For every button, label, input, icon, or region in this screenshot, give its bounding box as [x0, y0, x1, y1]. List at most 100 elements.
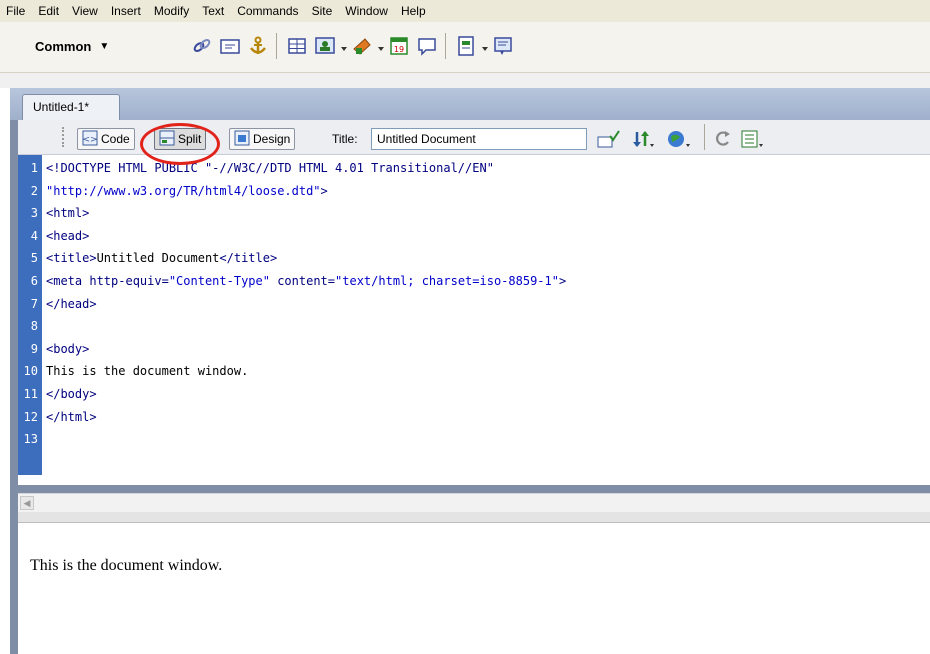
- menu-commands[interactable]: Commands: [231, 0, 305, 22]
- code-token: <!DOCTYPE HTML PUBLIC "-//W3C//DTD HTML …: [46, 161, 494, 175]
- code-token: content=: [269, 274, 336, 288]
- menu-help[interactable]: Help: [395, 0, 433, 22]
- title-field[interactable]: [371, 128, 587, 150]
- code-text: <html>: [46, 203, 89, 224]
- code-text: <!DOCTYPE HTML PUBLIC "-//W3C//DTD HTML …: [46, 158, 494, 179]
- code-line[interactable]: 13: [18, 429, 930, 450]
- category-dropdown[interactable]: Common ▼: [35, 39, 109, 54]
- tag-chooser-icon[interactable]: [491, 34, 515, 58]
- line-number: 8: [30, 319, 38, 334]
- refresh-icon[interactable]: [712, 128, 734, 150]
- svg-text:19: 19: [394, 45, 404, 54]
- menu-text[interactable]: Text: [196, 0, 231, 22]
- scroll-left-icon[interactable]: ◀: [20, 496, 34, 510]
- code-line[interactable]: 7 </head>: [18, 294, 930, 315]
- line-number: 5: [30, 251, 38, 266]
- horizontal-scrollbar[interactable]: ◀: [18, 493, 930, 513]
- code-token: <html>: [46, 206, 90, 221]
- code-token: "text/html; charset=iso-8859-1": [335, 274, 559, 288]
- images-icon[interactable]: [313, 34, 337, 58]
- code-line[interactable]: 10 This is the document window.: [18, 361, 930, 382]
- comment-icon[interactable]: [415, 34, 439, 58]
- menu-window[interactable]: Window: [339, 0, 395, 22]
- code-view-icon: <>: [82, 130, 98, 149]
- menu-modify[interactable]: Modify: [148, 0, 196, 22]
- code-text: <head>: [46, 226, 89, 247]
- code-line[interactable]: 8: [18, 316, 930, 337]
- svg-text:<>: <>: [82, 135, 97, 145]
- document-window: Untitled-1* <> Code Split Design Title:: [10, 88, 930, 654]
- design-view-button[interactable]: Design: [229, 128, 296, 150]
- hyperlink-icon[interactable]: [190, 34, 214, 58]
- code-line[interactable]: 5 <title>Untitled Document</title>: [18, 248, 930, 269]
- line-number: 1: [30, 161, 38, 175]
- file-transfer-icon[interactable]: [630, 128, 656, 150]
- code-line[interactable]: 6 <meta http-equiv="Content-Type" content…: [18, 271, 930, 292]
- code-token: </title>: [219, 251, 278, 266]
- code-token: <meta http-equiv=: [46, 274, 169, 288]
- code-line[interactable]: 9 <body>: [18, 339, 930, 360]
- code-token: This is the document window.: [46, 364, 249, 379]
- code-text: "http://www.w3.org/TR/html4/loose.dtd">: [46, 181, 328, 202]
- table-icon[interactable]: [285, 34, 309, 58]
- design-body-text[interactable]: This is the document window.: [30, 557, 222, 575]
- code-text: <title>Untitled Document</title>: [46, 248, 277, 269]
- menu-edit[interactable]: Edit: [32, 0, 66, 22]
- code-line[interactable]: 12 </html>: [18, 407, 930, 428]
- code-line[interactable]: 4 <head>: [18, 226, 930, 247]
- menu-bar: File Edit View Insert Modify Text Comman…: [0, 0, 930, 22]
- split-divider[interactable]: [18, 512, 930, 523]
- view-options-icon[interactable]: [740, 128, 766, 150]
- code-token: <body>: [46, 341, 90, 356]
- templates-dropdown-icon[interactable]: [481, 42, 489, 51]
- code-token: "Content-Type": [168, 274, 270, 288]
- preview-browser-icon[interactable]: [666, 128, 692, 150]
- code-token: >: [558, 274, 567, 288]
- validate-markup-icon[interactable]: [596, 128, 622, 150]
- menu-file[interactable]: File: [0, 0, 32, 22]
- code-text: </head>: [46, 294, 97, 315]
- design-view[interactable]: This is the document window.: [18, 523, 930, 654]
- panel-gap: [0, 73, 930, 88]
- code-token: </head>: [46, 296, 97, 311]
- line-number: 9: [30, 341, 38, 356]
- code-token: <head>: [46, 228, 90, 243]
- line-number: 6: [30, 274, 38, 288]
- code-line[interactable]: 3 <html>: [18, 203, 930, 224]
- line-number: 10: [23, 364, 38, 379]
- named-anchor-icon[interactable]: [246, 34, 270, 58]
- line-number: 11: [23, 387, 38, 401]
- code-text: <meta http-equiv="Content-Type" content=…: [46, 271, 566, 292]
- code-token: Untitled Document: [96, 251, 220, 266]
- code-view[interactable]: 1 <!DOCTYPE HTML PUBLIC "-//W3C//DTD HTML…: [18, 155, 930, 485]
- insert-bar: Common ▼ 19: [0, 22, 930, 73]
- media-dropdown-icon[interactable]: [377, 42, 385, 51]
- media-icon[interactable]: [350, 34, 374, 58]
- code-text: <body>: [46, 339, 89, 360]
- code-line[interactable]: 2 "http://www.w3.org/TR/html4/loose.dtd">: [18, 181, 930, 202]
- document-tab[interactable]: Untitled-1*: [22, 94, 120, 120]
- menu-view[interactable]: View: [66, 0, 105, 22]
- images-dropdown-icon[interactable]: [340, 42, 348, 51]
- code-line[interactable]: 11 </body>: [18, 384, 930, 405]
- toolbar-grip[interactable]: [62, 127, 70, 147]
- menu-site[interactable]: Site: [306, 0, 340, 22]
- code-view-button[interactable]: <> Code: [77, 128, 135, 150]
- code-text: </body>: [46, 384, 97, 405]
- menu-insert[interactable]: Insert: [105, 0, 148, 22]
- dropdown-arrow-icon: ▼: [99, 41, 110, 52]
- design-view-label: Design: [253, 132, 291, 146]
- code-token: >: [320, 183, 328, 198]
- toolbar-separator: [445, 33, 446, 59]
- line-number: 7: [30, 296, 38, 311]
- code-view-label: Code: [101, 132, 130, 146]
- templates-icon[interactable]: [454, 34, 478, 58]
- document-tab-strip: Untitled-1*: [10, 88, 930, 120]
- design-view-icon: [234, 130, 250, 149]
- code-line[interactable]: 1 <!DOCTYPE HTML PUBLIC "-//W3C//DTD HTML…: [18, 158, 930, 179]
- line-number: 12: [23, 409, 38, 424]
- code-token: </html>: [46, 409, 97, 424]
- date-icon[interactable]: 19: [387, 34, 411, 58]
- code-text: This is the document window.: [46, 361, 248, 382]
- email-link-icon[interactable]: [218, 34, 242, 58]
